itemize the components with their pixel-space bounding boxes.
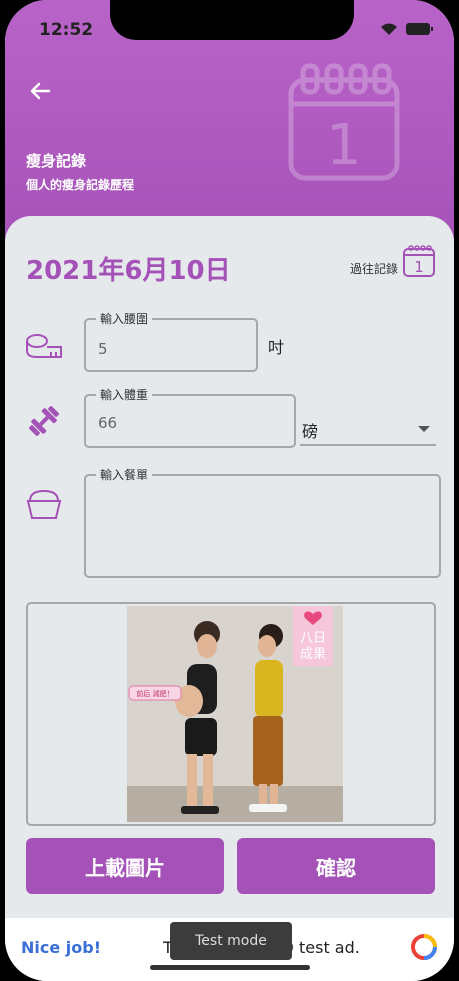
waist-value: 5 — [98, 340, 108, 358]
weight-legend: 輸入體重 — [96, 386, 153, 403]
calendar-watermark-number: 1 — [326, 113, 362, 178]
weight-value: 66 — [98, 414, 118, 432]
calendar-watermark-icon: 1 — [288, 63, 400, 181]
history-button[interactable]: 過往記錄 1 — [350, 244, 436, 278]
meal-field[interactable]: 輸入餐單 — [84, 466, 441, 578]
home-indicator[interactable] — [150, 965, 310, 970]
page-title: 瘦身記錄 — [26, 152, 87, 170]
confirm-button[interactable]: 確認 — [237, 838, 435, 894]
ad-banner[interactable]: Nice job! This is a 320x50 test ad. Test… — [5, 918, 454, 981]
photo-illustration: 前后 減肥！ 八日 成果 — [127, 606, 343, 822]
tape-measure-icon — [26, 334, 62, 358]
photo-tag: 前后 減肥！ — [136, 689, 173, 698]
calendar-icon-number: 1 — [414, 258, 424, 276]
waist-field[interactable]: 輸入腰圍 5 — [84, 310, 258, 372]
progress-photo: 前后 減肥！ 八日 成果 — [127, 606, 343, 822]
page-subtitle: 個人的瘦身記錄歷程 — [26, 178, 135, 192]
weight-unit-value: 磅 — [302, 422, 319, 441]
dumbbell-icon — [29, 406, 59, 436]
badge-line2: 成果 — [300, 647, 326, 662]
ad-nice-label: Nice job! — [21, 938, 102, 957]
phone-screen: 12:52 1 瘦身記錄 個人的瘦身記錄歷程 2021年6月10日 過往記錄 1… — [5, 0, 454, 981]
food-bowl-icon — [26, 489, 62, 519]
badge-line1: 八日 — [300, 631, 326, 646]
meal-legend: 輸入餐單 — [96, 466, 153, 483]
status-icons — [380, 22, 433, 36]
calendar-icon: 1 — [403, 245, 435, 277]
battery-icon — [406, 23, 433, 35]
weight-field[interactable]: 輸入體重 66 — [84, 386, 296, 448]
history-label: 過往記錄 — [349, 261, 398, 276]
weight-unit-select[interactable]: 磅 — [300, 412, 436, 446]
admob-logo-icon — [411, 934, 437, 960]
back-arrow-icon[interactable] — [25, 76, 55, 106]
status-time: 12:52 — [39, 20, 94, 40]
upload-image-button[interactable]: 上載圖片 — [26, 838, 224, 894]
notch — [110, 0, 354, 40]
waist-unit: 吋 — [268, 338, 285, 357]
wifi-icon — [381, 23, 397, 35]
dropdown-arrow-icon — [418, 426, 430, 432]
record-date[interactable]: 2021年6月10日 — [26, 250, 231, 287]
test-mode-badge: Test mode — [170, 922, 292, 960]
waist-legend: 輸入腰圍 — [96, 310, 153, 327]
